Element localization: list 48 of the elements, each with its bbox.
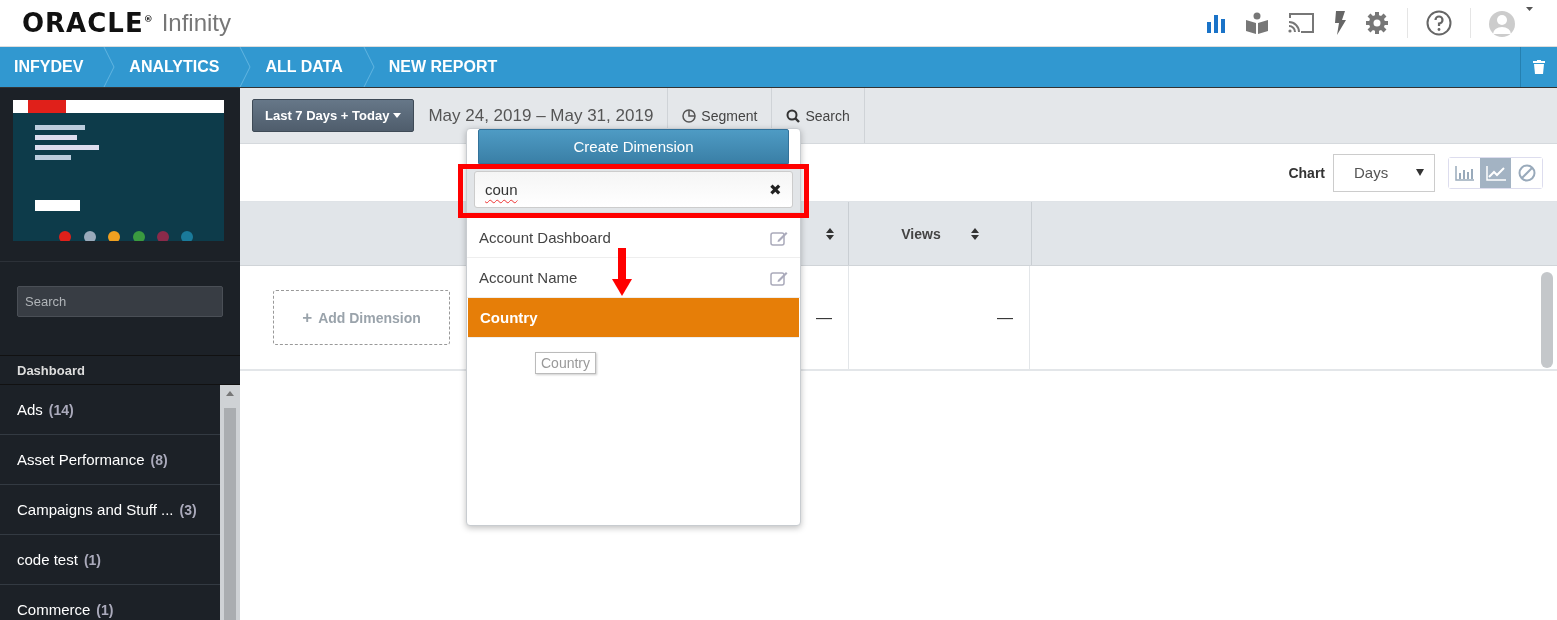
breadcrumb-chevron (103, 47, 116, 87)
help-icon[interactable] (1426, 10, 1452, 36)
down-arrow (612, 248, 632, 296)
caret-icon (393, 113, 402, 118)
user-avatar-icon[interactable] (1489, 7, 1533, 39)
sort-icon[interactable] (970, 227, 979, 240)
interval-dropdown[interactable]: Days (1333, 153, 1435, 192)
dashboard-name[interactable]: Campaigns and Stuff ... (17, 501, 174, 518)
dropdown-caret-icon (1416, 169, 1424, 176)
segment-icon (682, 108, 697, 123)
search-icon (786, 108, 801, 123)
dashboard-name[interactable]: Ads (17, 401, 43, 418)
edit-icon[interactable] (770, 269, 788, 286)
chart-type-toggle[interactable] (1480, 157, 1511, 188)
sort-icon[interactable] (826, 227, 834, 240)
table-cell: — (997, 308, 1013, 327)
breadcrumb-chevron (362, 47, 375, 87)
dashboard-count: (8) (150, 451, 168, 468)
dashboard-count: (1) (83, 551, 101, 568)
lightning-icon[interactable] (1333, 11, 1347, 35)
dashboard-count: (1) (96, 601, 114, 618)
dashboard-count: (3) (179, 501, 197, 518)
settings-icon[interactable] (1365, 11, 1389, 35)
book-reader-icon[interactable] (1245, 12, 1269, 34)
search-field[interactable]: Search (17, 286, 223, 317)
bar-chart-icon[interactable] (1205, 13, 1227, 33)
table-cell: — (816, 308, 832, 327)
search-field[interactable]: coun ✖ (474, 171, 793, 208)
cast-icon[interactable] (1287, 12, 1315, 34)
dashboard-count: (14) (48, 401, 74, 418)
scrollbar-thumb[interactable] (1541, 272, 1553, 368)
clear-button[interactable]: ✖ (769, 180, 782, 199)
scrollbar[interactable] (220, 385, 240, 620)
trash-icon[interactable] (1533, 60, 1545, 74)
dashboard-name[interactable]: Asset Performance (17, 451, 145, 468)
date-range-button[interactable]: Last 7 Days + Today (252, 99, 415, 132)
product-name: Infinity (161, 9, 232, 37)
oracle-logo: ORACLE$^{®}$ (22, 8, 154, 38)
breadcrumb-chevron (239, 47, 252, 87)
scrollbar-thumb[interactable] (224, 408, 236, 620)
scroll-up-icon[interactable] (226, 391, 234, 396)
create-dimension-button[interactable]: Create Dimension (478, 129, 789, 164)
edit-icon[interactable] (770, 229, 788, 246)
chart-label: Chart (1288, 164, 1325, 181)
dashboard-name[interactable]: code test (17, 551, 78, 568)
tooltip: Country (535, 352, 597, 374)
column-header: Views (901, 225, 941, 242)
dashboard-name[interactable]: Commerce (17, 601, 91, 618)
